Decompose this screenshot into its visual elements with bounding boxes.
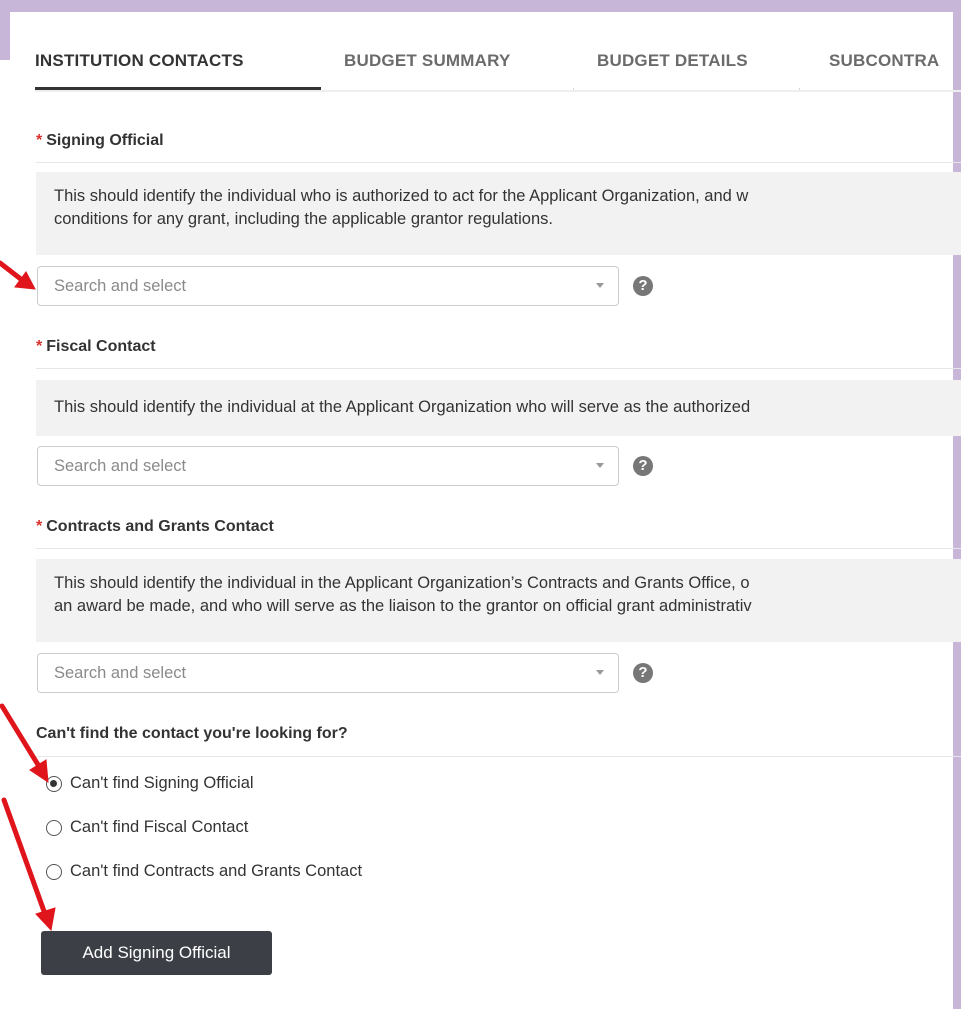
page: INSTITUTION CONTACTS BUDGET SUMMARY BUDG… <box>0 0 961 1009</box>
annotation-arrow-line <box>1 797 48 917</box>
annotation-arrowhead <box>35 907 56 932</box>
annotation-arrows <box>0 260 56 932</box>
annotation-arrow-line <box>0 703 43 771</box>
annotation-arrow-line <box>0 260 25 283</box>
